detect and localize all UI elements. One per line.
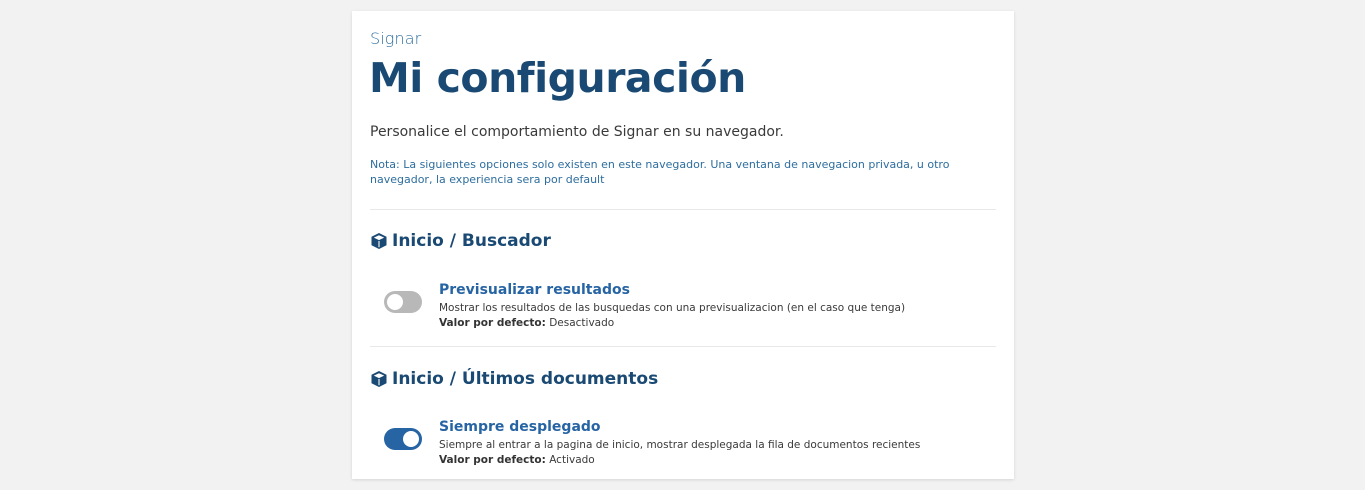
page-subtitle: Personalice el comportamiento de Signar … bbox=[370, 124, 784, 140]
section-header-inicio-ultimos-documentos: Inicio / Últimos documentos bbox=[370, 369, 658, 389]
browser-note: Nota: La siguientes opciones solo existe… bbox=[370, 158, 950, 186]
section-title: Inicio / Buscador bbox=[392, 231, 551, 251]
section-title: Inicio / Últimos documentos bbox=[392, 369, 659, 389]
cube-icon bbox=[370, 370, 388, 388]
toggle-knob bbox=[403, 431, 419, 447]
preview-results-toggle[interactable] bbox=[384, 291, 422, 313]
divider bbox=[370, 209, 996, 210]
setting-title: Previsualizar resultados bbox=[439, 282, 630, 298]
default-value: Desactivado bbox=[549, 317, 615, 329]
setting-description: Siempre al entrar a la pagina de inicio,… bbox=[439, 439, 921, 451]
divider bbox=[370, 346, 996, 347]
cube-icon bbox=[370, 232, 388, 250]
settings-card: Signar Mi configuración Personalice el c… bbox=[352, 11, 1014, 479]
default-label: Valor por defecto: bbox=[439, 317, 546, 329]
app-name: Signar bbox=[370, 29, 422, 48]
section-header-inicio-buscador: Inicio / Buscador bbox=[370, 231, 551, 251]
default-label: Valor por defecto: bbox=[439, 454, 546, 466]
setting-title: Siempre desplegado bbox=[439, 419, 601, 435]
setting-description: Mostrar los resultados de las busquedas … bbox=[439, 302, 906, 314]
page-title: Mi configuración bbox=[369, 54, 746, 102]
toggle-knob bbox=[387, 294, 403, 310]
default-value: Activado bbox=[549, 454, 595, 466]
always-expanded-toggle[interactable] bbox=[384, 428, 422, 450]
setting-default-value: Valor por defecto: Activado bbox=[439, 453, 999, 468]
setting-default-value: Valor por defecto: Desactivado bbox=[439, 316, 999, 331]
